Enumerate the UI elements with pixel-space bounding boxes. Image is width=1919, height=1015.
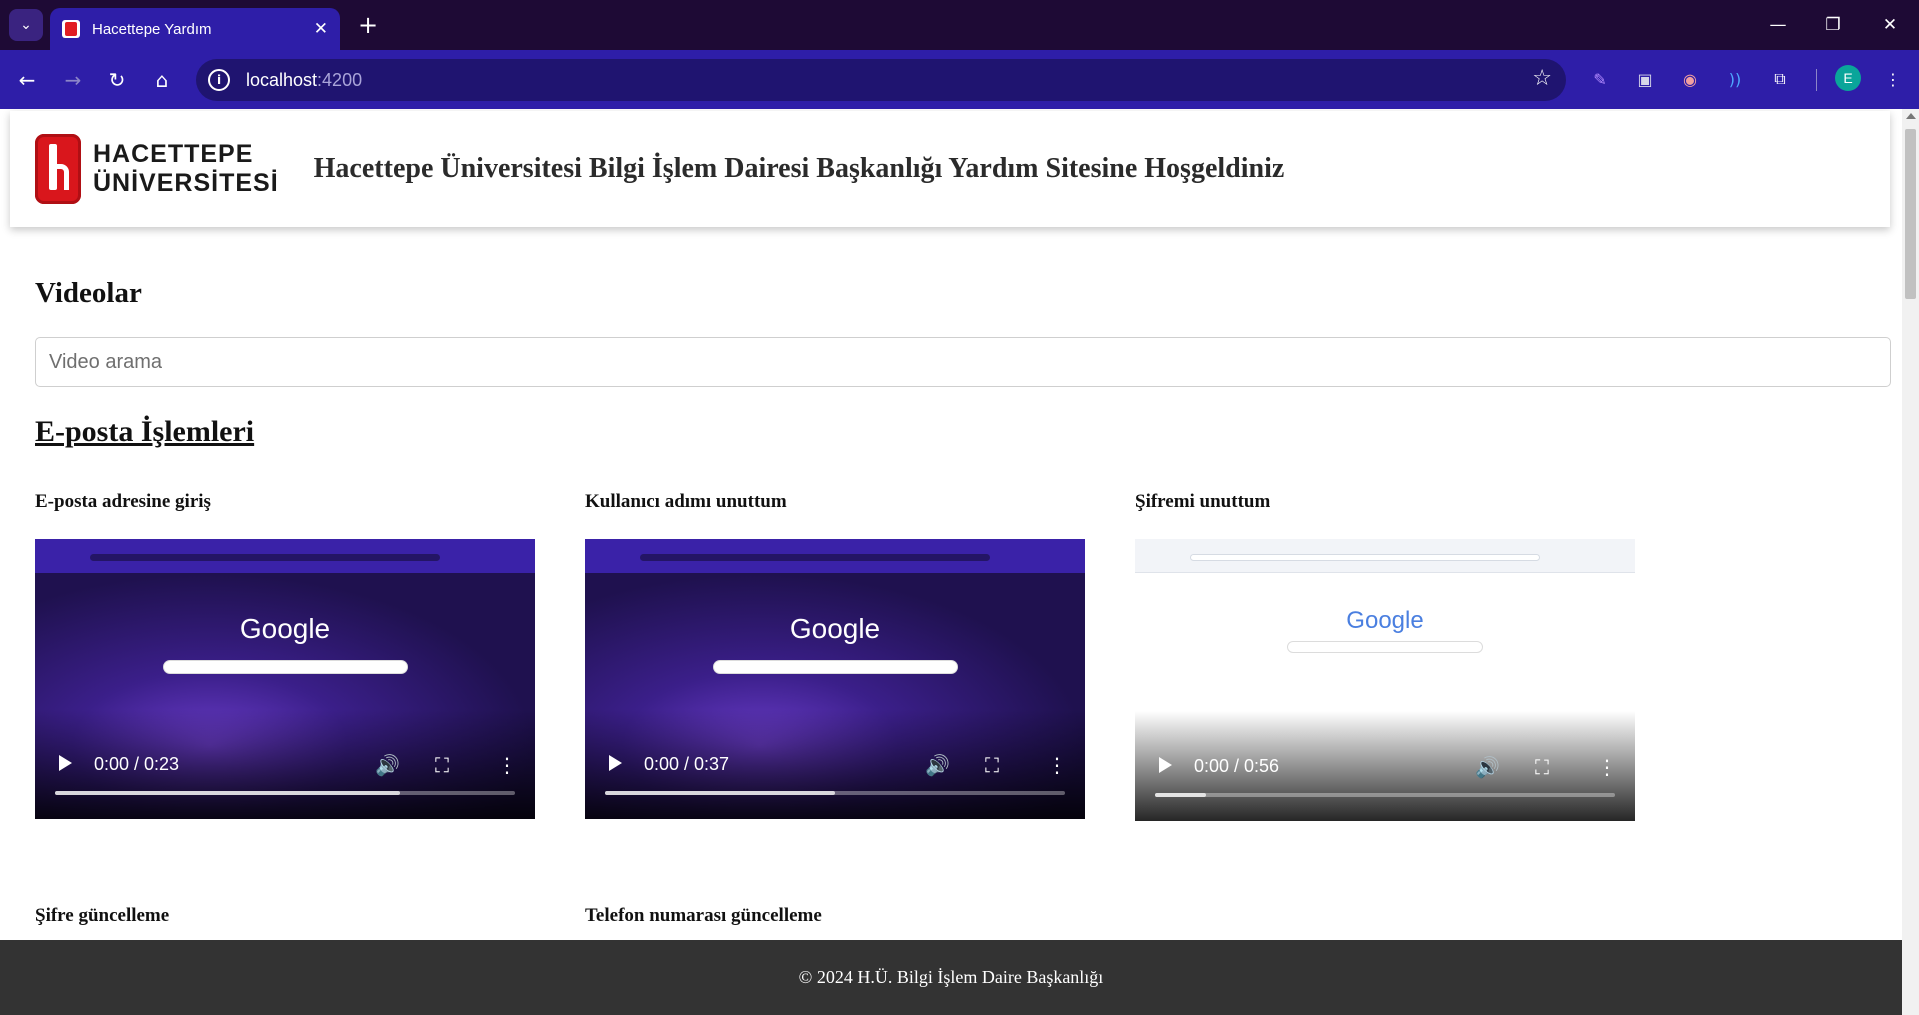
close-tab-icon[interactable]: ✕ bbox=[314, 19, 328, 39]
video-title: Şifremi unuttum bbox=[1135, 491, 1271, 512]
logo-line-2: ÜNİVERSİTESİ bbox=[93, 169, 279, 197]
restore-icon[interactable]: ❐ bbox=[1813, 8, 1853, 42]
profile-avatar[interactable]: E bbox=[1835, 65, 1861, 91]
play-icon[interactable] bbox=[1159, 757, 1172, 773]
browser-toolbar: ← → ↻ ⌂ i localhost:4200 ☆ ✎ ▣ ◉ )) ⧉ E … bbox=[0, 50, 1919, 109]
category-link[interactable]: E-posta İşlemleri bbox=[35, 415, 254, 449]
extension-screen-icon[interactable]: ▣ bbox=[1630, 64, 1660, 94]
thumbnail-search-bar bbox=[163, 660, 408, 674]
forward-button[interactable]: → bbox=[56, 63, 90, 97]
video-title: Telefon numarası güncelleme bbox=[585, 905, 822, 926]
page-viewport: HACETTEPE ÜNİVERSİTESİ Hacettepe Ünivers… bbox=[0, 109, 1919, 1015]
tab-title: Hacettepe Yardım bbox=[92, 20, 212, 38]
page-scrollbar[interactable] bbox=[1902, 109, 1919, 1015]
thumbnail-search-bar bbox=[713, 660, 958, 674]
bookmark-star-icon[interactable]: ☆ bbox=[1532, 66, 1552, 91]
new-tab-button[interactable]: + bbox=[352, 9, 384, 41]
video-player[interactable]: Google 0:00 / 0:23 🔊 ⛶ ⋮ bbox=[35, 539, 535, 819]
extensions-puzzle-icon[interactable]: ⧉ bbox=[1765, 64, 1795, 94]
tab-search-button[interactable]: ⌄ bbox=[9, 9, 43, 41]
video-progress-bar[interactable] bbox=[1155, 793, 1615, 797]
video-thumbnail-browser-bar bbox=[585, 539, 1085, 573]
extension-glasses-icon[interactable]: ◉ bbox=[1675, 64, 1705, 94]
logo-line-1: HACETTEPE bbox=[93, 140, 254, 168]
section-title: Videolar bbox=[35, 277, 142, 309]
home-button[interactable]: ⌂ bbox=[145, 63, 179, 97]
extension-feather-icon[interactable]: ✎ bbox=[1585, 64, 1615, 94]
video-thumbnail-browser-bar bbox=[1135, 539, 1635, 573]
extension-audio-icon[interactable]: )) bbox=[1720, 64, 1750, 94]
progress-fill bbox=[1155, 793, 1206, 797]
site-title: Hacettepe Üniversitesi Bilgi İşlem Daire… bbox=[313, 153, 1285, 184]
fullscreen-icon[interactable]: ⛶ bbox=[1535, 755, 1549, 779]
video-progress-bar[interactable] bbox=[55, 791, 515, 795]
thumbnail-search-bar bbox=[1287, 641, 1483, 653]
close-window-icon[interactable]: ✕ bbox=[1870, 8, 1910, 42]
fullscreen-icon[interactable]: ⛶ bbox=[435, 753, 449, 777]
url-text: localhost:4200 bbox=[246, 69, 363, 90]
site-info-icon[interactable]: i bbox=[208, 69, 230, 91]
video-time: 0:00 / 0:37 bbox=[644, 754, 730, 774]
scrollbar-thumb[interactable] bbox=[1905, 129, 1916, 299]
play-icon[interactable] bbox=[59, 755, 72, 771]
video-search-input[interactable] bbox=[35, 337, 1891, 387]
volume-icon[interactable]: 🔊 bbox=[1475, 755, 1500, 779]
video-player[interactable]: Google 0:00 / 0:56 🔊 ⛶ ⋮ bbox=[1135, 539, 1635, 821]
toolbar-divider bbox=[1816, 69, 1817, 91]
browser-menu-icon[interactable]: ⋮ bbox=[1878, 64, 1908, 94]
play-icon[interactable] bbox=[609, 755, 622, 771]
video-title: E-posta adresine giriş bbox=[35, 491, 211, 512]
video-controls: 0:00 / 0:23 🔊 ⛶ ⋮ bbox=[35, 709, 535, 819]
google-logo: Google bbox=[239, 613, 331, 644]
fullscreen-icon[interactable]: ⛶ bbox=[985, 753, 999, 777]
google-logo: Google bbox=[789, 613, 881, 644]
video-thumbnail-browser-bar bbox=[35, 539, 535, 573]
video-controls: 0:00 / 0:56 🔊 ⛶ ⋮ bbox=[1135, 711, 1635, 821]
video-title: Şifre güncelleme bbox=[35, 905, 170, 926]
minimize-icon[interactable]: — bbox=[1758, 8, 1798, 42]
video-time: 0:00 / 0:56 bbox=[1194, 756, 1280, 776]
volume-icon[interactable]: 🔊 bbox=[925, 753, 950, 777]
google-logo-text: Google bbox=[1346, 607, 1424, 634]
browser-tab[interactable]: Hacettepe Yardım ✕ bbox=[50, 8, 340, 50]
site-footer: © 2024 H.Ü. Bilgi İşlem Daire Başkanlığı bbox=[0, 940, 1902, 1015]
favicon-icon bbox=[62, 20, 80, 38]
reload-button[interactable]: ↻ bbox=[100, 63, 134, 97]
video-controls: 0:00 / 0:37 🔊 ⛶ ⋮ bbox=[585, 709, 1085, 819]
more-options-icon[interactable]: ⋮ bbox=[497, 753, 517, 777]
back-button[interactable]: ← bbox=[10, 63, 44, 97]
scroll-up-icon[interactable] bbox=[1906, 113, 1916, 119]
video-progress-bar[interactable] bbox=[605, 791, 1065, 795]
more-options-icon[interactable]: ⋮ bbox=[1047, 753, 1067, 777]
address-bar[interactable]: i localhost:4200 ☆ bbox=[196, 59, 1566, 101]
video-title: Kullanıcı adımı unuttum bbox=[585, 491, 787, 512]
university-logo[interactable]: HACETTEPE ÜNİVERSİTESİ bbox=[35, 134, 279, 204]
google-logo: Google bbox=[1135, 603, 1635, 635]
progress-fill bbox=[55, 791, 400, 795]
video-player[interactable]: Google 0:00 / 0:37 🔊 ⛶ ⋮ bbox=[585, 539, 1085, 819]
footer-copyright: © 2024 H.Ü. Bilgi İşlem Daire Başkanlığı bbox=[798, 967, 1104, 987]
logo-text: HACETTEPE ÜNİVERSİTESİ bbox=[93, 140, 279, 198]
hacettepe-logo-icon bbox=[35, 134, 81, 204]
more-options-icon[interactable]: ⋮ bbox=[1597, 755, 1617, 779]
volume-icon[interactable]: 🔊 bbox=[375, 753, 400, 777]
site-header: HACETTEPE ÜNİVERSİTESİ Hacettepe Ünivers… bbox=[10, 111, 1890, 227]
browser-tab-bar: ⌄ Hacettepe Yardım ✕ + — ❐ ✕ bbox=[0, 0, 1919, 50]
video-time: 0:00 / 0:23 bbox=[94, 754, 180, 774]
progress-fill bbox=[605, 791, 835, 795]
